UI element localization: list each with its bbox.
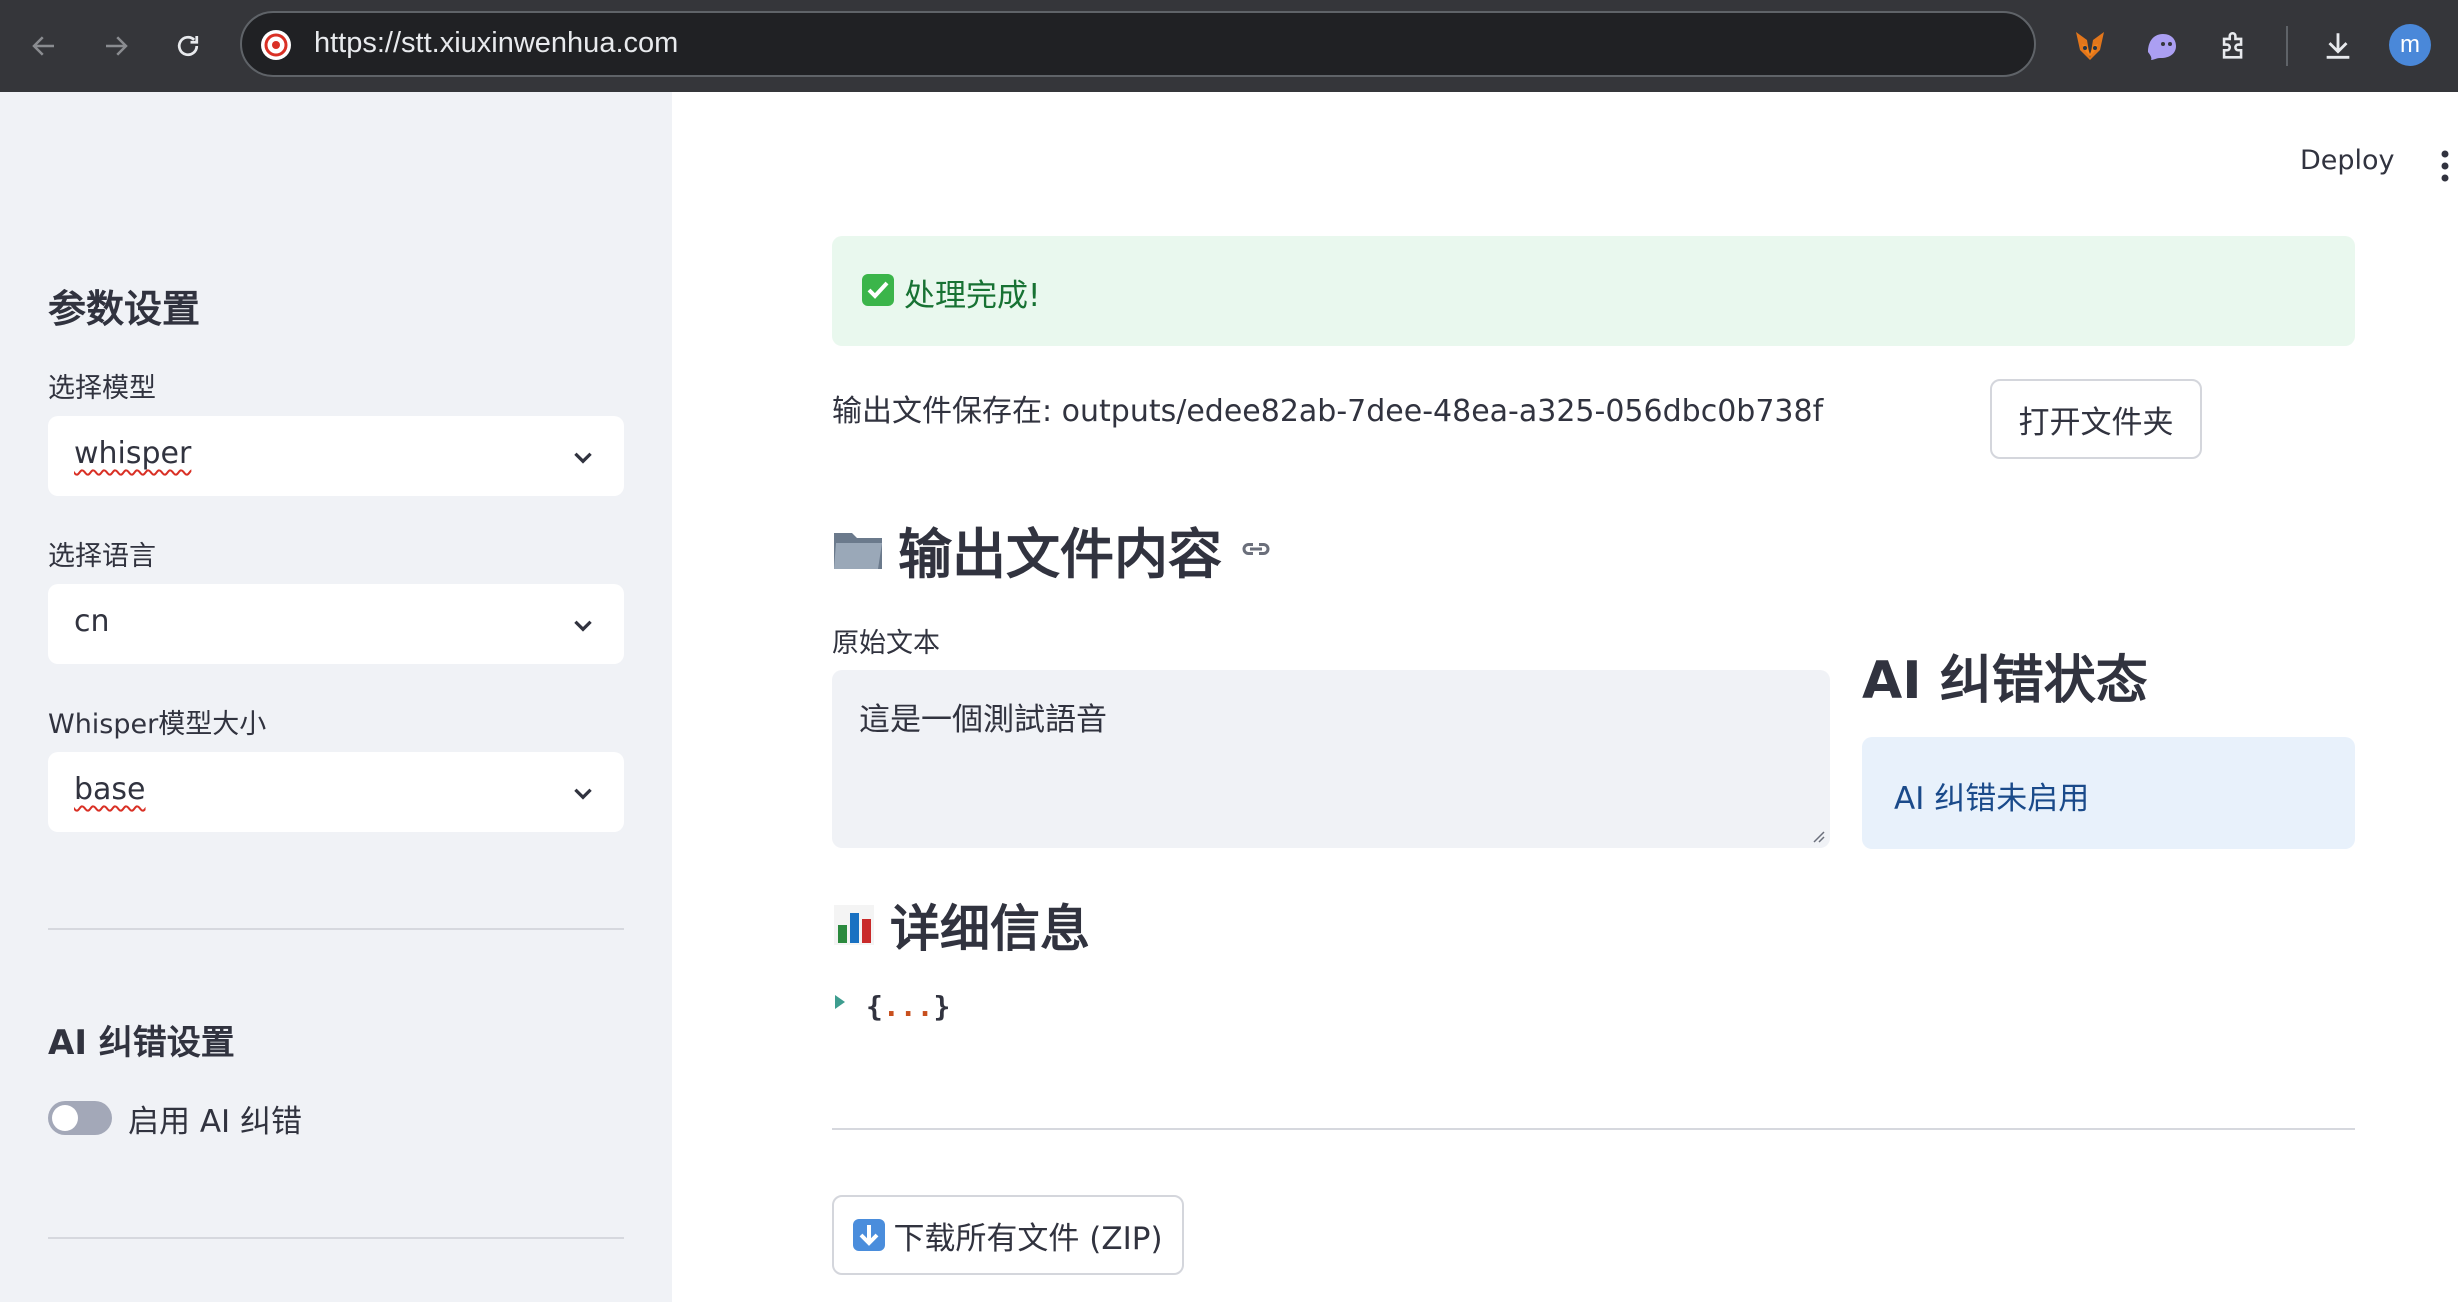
bar-chart-icon	[834, 905, 874, 945]
raw-text-area[interactable]: 這是一個測試語音	[832, 670, 1830, 848]
download-zip-button[interactable]: 下载所有文件 (ZIP)	[832, 1195, 1184, 1275]
download-zip-label: 下载所有文件 (ZIP)	[893, 1220, 1163, 1257]
ghost-extension-button[interactable]	[2138, 22, 2186, 70]
model-size-label-text: Whisper模型大小	[48, 709, 267, 740]
language-select-value: cn	[74, 604, 110, 639]
raw-text-label: 原始文本	[832, 628, 940, 659]
reload-icon	[177, 35, 199, 57]
chevron-down-icon	[574, 452, 592, 464]
detail-heading: 详细信息	[832, 892, 1090, 958]
deploy-button[interactable]: Deploy	[2300, 145, 2395, 176]
expand-caret-icon[interactable]	[834, 994, 846, 1010]
language-select-label: 选择语言	[48, 541, 156, 572]
output-heading-text: 输出文件内容	[898, 522, 1222, 586]
browser-toolbar: https://stt.xiuxinwenhua.com m	[0, 0, 2458, 92]
ai-correction-toggle-label: 启用 AI 纠错	[128, 1104, 303, 1140]
detail-heading-text: 详细信息	[890, 900, 1090, 958]
more-vert-icon[interactable]	[2440, 150, 2450, 182]
arrow-left-icon	[32, 36, 54, 56]
site-favicon-icon	[261, 30, 291, 60]
metamask-fox-icon	[2076, 32, 2104, 60]
raw-text-value: 這是一個測試語音	[859, 702, 1107, 738]
main-divider	[832, 1128, 2355, 1130]
check-mark-icon	[862, 274, 894, 306]
language-select[interactable]: cn	[48, 584, 624, 664]
sidebar-title: 参数设置	[48, 287, 201, 331]
metamask-extension-button[interactable]	[2066, 22, 2114, 70]
resize-grip-icon[interactable]	[1810, 828, 1826, 844]
url-text: https://stt.xiuxinwenhua.com	[314, 27, 679, 59]
ai-settings-title: AI 纠错设置	[48, 1023, 235, 1063]
model-size-select[interactable]: base	[48, 752, 624, 832]
reload-button[interactable]	[164, 22, 212, 70]
model-size-select-label: Whisper模型大小	[48, 702, 266, 741]
success-alert: 处理完成!	[832, 236, 2355, 346]
model-select-label: 选择模型	[48, 373, 156, 404]
toggle-knob	[52, 1105, 78, 1131]
extensions-button[interactable]	[2210, 22, 2258, 70]
down-arrow-icon	[853, 1219, 886, 1251]
ai-correction-toggle[interactable]	[48, 1101, 112, 1135]
json-viewer-collapsed[interactable]: {...}	[866, 990, 950, 1023]
profile-avatar[interactable]: m	[2389, 24, 2431, 66]
downloads-button[interactable]	[2314, 22, 2362, 70]
json-open-brace: {	[866, 990, 883, 1023]
success-message: 处理完成!	[904, 278, 1041, 314]
json-ellipsis: ...	[882, 990, 934, 1023]
open-folder-button[interactable]: 打开文件夹	[1990, 379, 2202, 459]
ai-status-message: AI 纠错未启用	[1894, 781, 2090, 817]
model-select[interactable]: whisper	[48, 416, 624, 496]
folder-icon	[834, 533, 882, 569]
chevron-down-icon	[574, 788, 592, 800]
ai-status-info: AI 纠错未启用	[1862, 737, 2355, 849]
model-size-select-value: base	[74, 772, 146, 807]
profile-initial: m	[2400, 31, 2420, 58]
back-button[interactable]	[20, 22, 68, 70]
ghost-extension-icon	[2148, 34, 2176, 60]
download-icon	[2326, 33, 2350, 59]
link-icon[interactable]	[1238, 531, 1274, 567]
puzzle-extensions-icon	[2222, 32, 2243, 59]
output-path-text: 输出文件保存在: outputs/edee82ab-7dee-48ea-a325…	[832, 394, 1824, 429]
forward-button[interactable]	[92, 22, 140, 70]
ai-status-heading: AI 纠错状态	[1862, 651, 2148, 711]
model-select-value: whisper	[74, 436, 192, 471]
arrow-right-icon	[106, 36, 128, 56]
output-heading: 输出文件内容	[832, 514, 1274, 586]
toolbar-divider	[2286, 26, 2288, 66]
chevron-down-icon	[574, 620, 592, 632]
json-close-brace: }	[933, 990, 951, 1023]
sidebar-divider	[48, 928, 624, 930]
address-bar[interactable]: https://stt.xiuxinwenhua.com	[240, 11, 2036, 77]
sidebar-divider	[48, 1237, 624, 1239]
